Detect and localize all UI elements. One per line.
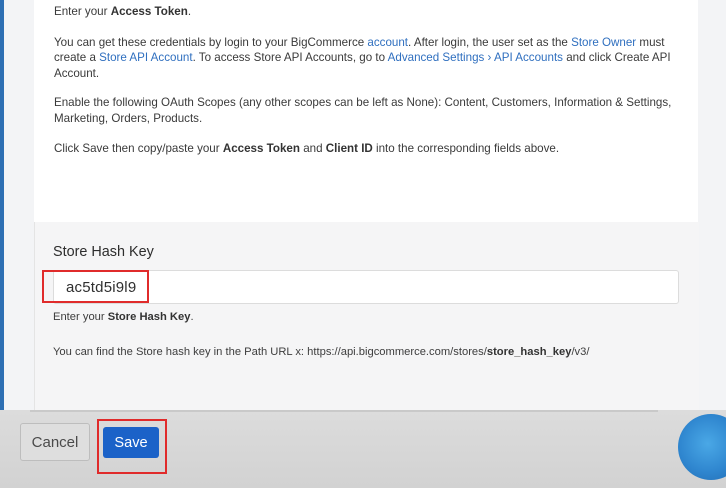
- cancel-button[interactable]: Cancel: [20, 423, 90, 461]
- access-token-help-panel: Enter your Access Token. You can get the…: [34, 0, 698, 222]
- save-instructions: Click Save then copy/paste your Access T…: [54, 141, 560, 155]
- left-edge-accent: [0, 0, 4, 410]
- save-highlight-box: [97, 419, 167, 474]
- store-hash-section: Store Hash Key ac5td5i9l9 Enter your Sto…: [34, 222, 699, 410]
- store-owner-link[interactable]: Store Owner: [571, 36, 636, 49]
- store-hash-label: Store Hash Key: [53, 244, 154, 260]
- access-token-helper: Enter your Access Token.: [54, 5, 192, 18]
- store-hash-helper: Enter your Store Hash Key.: [53, 311, 194, 323]
- oauth-scopes-instructions: Enable the following OAuth Scopes (any o…: [54, 96, 672, 125]
- input-highlight-box: [42, 270, 149, 303]
- api-accounts-link[interactable]: API Accounts: [494, 51, 563, 64]
- advanced-settings-link[interactable]: Advanced Settings: [388, 51, 485, 64]
- store-hash-path-hint: You can find the Store hash key in the P…: [53, 346, 590, 358]
- footer-divider: [30, 410, 658, 412]
- credentials-instructions: You can get these credentials by login t…: [54, 35, 671, 80]
- account-link[interactable]: account: [367, 36, 408, 49]
- store-api-account-link[interactable]: Store API Account: [99, 51, 192, 64]
